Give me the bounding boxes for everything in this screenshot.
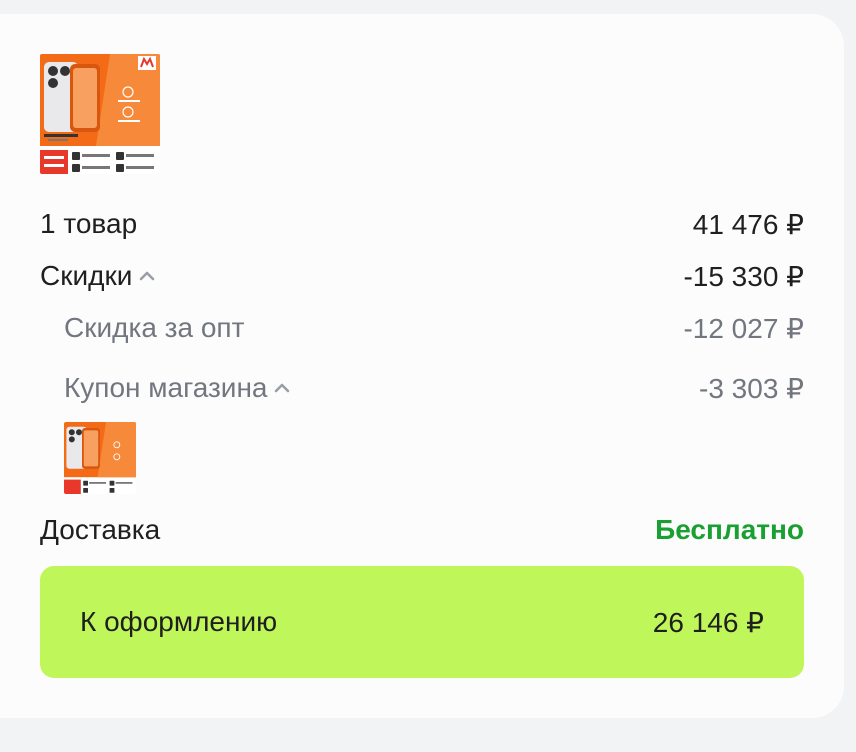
product-image (40, 54, 160, 174)
discounts-value: -15 330 ₽ (683, 260, 804, 292)
checkout-button[interactable]: К оформлению 26 146 ₽ (40, 566, 804, 678)
order-summary-card: 1 товар 41 476 ₽ Скидки -15 330 ₽ Скидка… (0, 14, 844, 718)
coupon-toggle[interactable]: Купон магазина (64, 372, 293, 404)
coupon-label: Купон магазина (64, 372, 268, 403)
items-label: 1 товар (40, 208, 138, 239)
delivery-value: Бесплатно (655, 514, 804, 545)
coupon-value: -3 303 ₽ (699, 372, 804, 404)
product-image (64, 422, 136, 494)
coupon-row[interactable]: Купон магазина -3 303 ₽ (64, 370, 804, 406)
discounts-row[interactable]: Скидки -15 330 ₽ (40, 258, 804, 294)
chevron-up-icon[interactable] (271, 377, 293, 399)
checkout-total: 26 146 ₽ (652, 606, 764, 638)
discounts-toggle[interactable]: Скидки (40, 260, 158, 292)
items-value: 41 476 ₽ (692, 208, 804, 240)
wholesale-discount-value: -12 027 ₽ (683, 312, 804, 344)
coupon-product-thumbnail[interactable] (64, 422, 136, 494)
delivery-row: Доставка Бесплатно (40, 512, 804, 548)
delivery-label: Доставка (40, 514, 161, 545)
items-row: 1 товар 41 476 ₽ (40, 206, 804, 242)
wholesale-discount-row: Скидка за опт -12 027 ₽ (64, 310, 804, 346)
wholesale-discount-label: Скидка за опт (64, 312, 245, 343)
product-thumbnail[interactable] (40, 54, 160, 174)
checkout-label: К оформлению (80, 606, 278, 637)
chevron-up-icon[interactable] (136, 265, 158, 287)
discounts-label: Скидки (40, 260, 133, 291)
